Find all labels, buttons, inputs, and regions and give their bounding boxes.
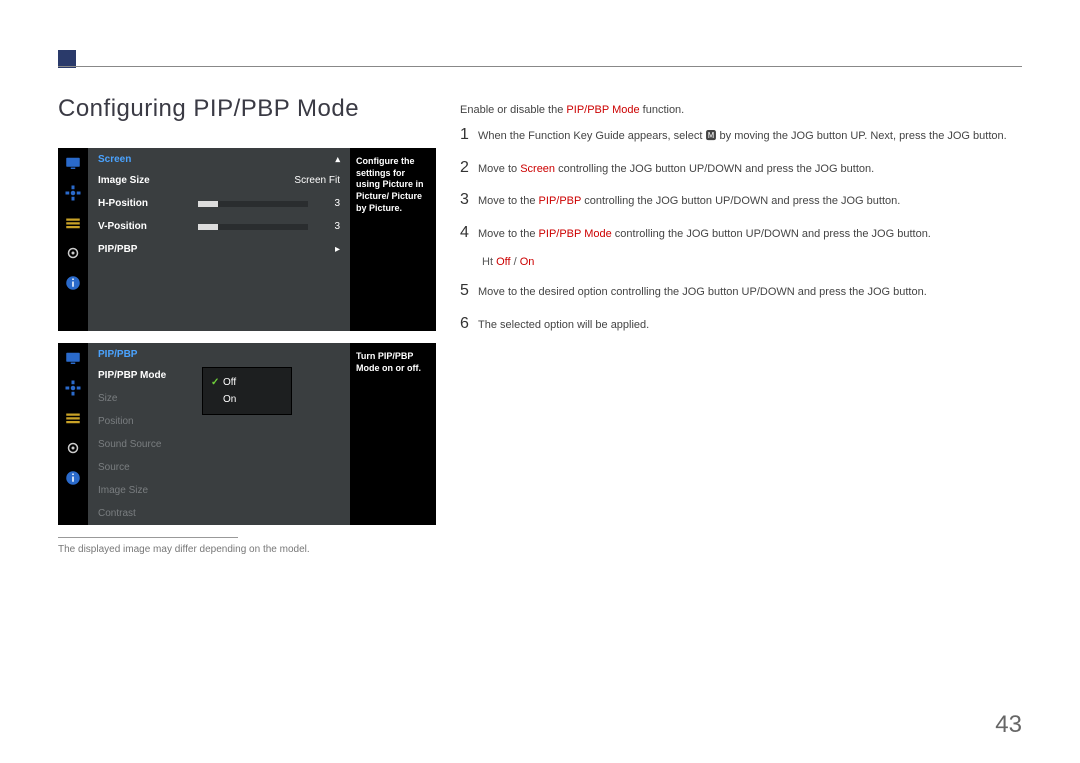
info-icon [58,268,88,298]
osd-header: PIP/PBP [88,343,350,364]
step-1: 1 When the Function Key Guide appears, s… [460,126,1020,145]
header-rule [58,66,1022,67]
row-label: Sound Source [98,439,188,450]
row-pippbp: PIP/PBP ▸ [88,238,350,261]
t: Move to [478,163,520,175]
slider-icon [58,403,88,433]
right-column: Enable or disable the PIP/PBP Mode funct… [460,98,1020,347]
gear-icon [58,238,88,268]
keyword: PIP/PBP Mode [539,228,612,240]
row-value: 3 [334,221,340,232]
slider-track [198,201,308,207]
intro-keyword: PIP/PBP Mode [566,104,639,116]
step-text: Move to the desired option controlling t… [478,282,1020,301]
row-label: Size [98,393,188,404]
gear-icon [58,433,88,463]
dpad-icon [58,178,88,208]
dpad-icon [58,373,88,403]
info-icon [58,463,88,493]
step-number: 4 [460,224,478,242]
step-text: When the Function Key Guide appears, sel… [478,126,1020,145]
osd-help-text: Configure the settings for using Picture… [350,148,436,331]
intro-c: function. [640,104,685,116]
step-number: 5 [460,282,478,300]
osd-screen-menu: Screen ▴ Image Size Screen Fit H-Positio… [58,148,436,331]
t: Move to the [478,228,539,240]
footnote-rule [58,537,238,538]
osd-header: Screen ▴ [88,148,350,169]
t: controlling the JOG button UP/DOWN and p… [581,195,900,207]
options-line: Ht Off / On [482,256,1020,268]
monitor-icon [58,343,88,373]
row-source: Source [88,456,350,479]
t: controlling the JOG button UP/DOWN and p… [555,163,874,175]
t: Move to the [478,195,539,207]
step-text: The selected option will be applied. [478,315,1020,334]
step-2: 2 Move to Screen controlling the JOG but… [460,159,1020,178]
t: controlling the JOG button UP/DOWN and p… [612,228,931,240]
option-on: On [520,256,535,268]
chevron-right-icon: ▸ [335,244,340,255]
scroll-up-icon: ▴ [335,154,340,165]
step-number: 1 [460,126,478,144]
row-image-size: Image Size [88,479,350,502]
step-text: Move to the PIP/PBP controlling the JOG … [478,191,1020,210]
row-contrast: Contrast [88,502,350,525]
keyword: Screen [520,163,555,175]
option-off: Off [496,256,510,268]
page-number: 43 [995,711,1022,739]
osd-pippbp-menu: PIP/PBP PIP/PBP Mode Size Position Sound… [58,343,436,525]
osd-header-label: PIP/PBP [98,349,137,360]
row-label: Image Size [98,175,188,186]
t: / [511,256,520,268]
row-label: PIP/PBP [98,244,188,255]
slider-icon [58,208,88,238]
step-text: Move to Screen controlling the JOG butto… [478,159,1020,178]
row-label: Position [98,416,188,427]
osd-help-text: Turn PIP/PBP Mode on or off. [350,343,436,525]
row-v-position: V-Position 3 [88,215,350,238]
step-text: Move to the PIP/PBP Mode controlling the… [478,224,1020,243]
row-label: Source [98,462,188,473]
step-number: 6 [460,315,478,333]
row-h-position: H-Position 3 [88,192,350,215]
row-sound-source: Sound Source [88,433,350,456]
row-image-size: Image Size Screen Fit [88,169,350,192]
intro-a: Enable or disable the [460,104,566,116]
step-5: 5 Move to the desired option controlling… [460,282,1020,301]
left-column: Screen ▴ Image Size Screen Fit H-Positio… [58,148,438,555]
osd-nav-icons [58,148,88,331]
option-on: On [203,391,291,408]
step-6: 6 The selected option will be applied. [460,315,1020,334]
slider-fill [198,201,218,207]
row-label: V-Position [98,221,188,232]
row-label: PIP/PBP Mode [98,370,188,381]
slider-fill [198,224,218,230]
check-icon: ✓ [211,377,223,388]
option-label: On [223,394,236,405]
step-number: 3 [460,191,478,209]
osd-body: PIP/PBP PIP/PBP Mode Size Position Sound… [88,343,350,525]
slider-track [198,224,308,230]
row-label: Contrast [98,508,188,519]
osd-body: Screen ▴ Image Size Screen Fit H-Positio… [88,148,350,331]
osd-header-label: Screen [98,154,131,165]
row-value: Screen Fit [294,175,340,186]
step-4: 4 Move to the PIP/PBP Mode controlling t… [460,224,1020,243]
page-title: Configuring PIP/PBP Mode [58,95,359,123]
row-label: H-Position [98,198,188,209]
option-off: ✓ Off [203,374,291,391]
step-number: 2 [460,159,478,177]
monitor-icon [58,148,88,178]
step-3: 3 Move to the PIP/PBP controlling the JO… [460,191,1020,210]
row-value: 3 [334,198,340,209]
t: Ht [482,256,496,268]
footnote-text: The displayed image may differ depending… [58,544,438,555]
option-popup: ✓ Off On [202,367,292,415]
osd-nav-icons [58,343,88,525]
row-label: Image Size [98,485,188,496]
keyword: PIP/PBP [539,195,582,207]
intro-line: Enable or disable the PIP/PBP Mode funct… [460,104,1020,116]
option-label: Off [223,377,236,388]
